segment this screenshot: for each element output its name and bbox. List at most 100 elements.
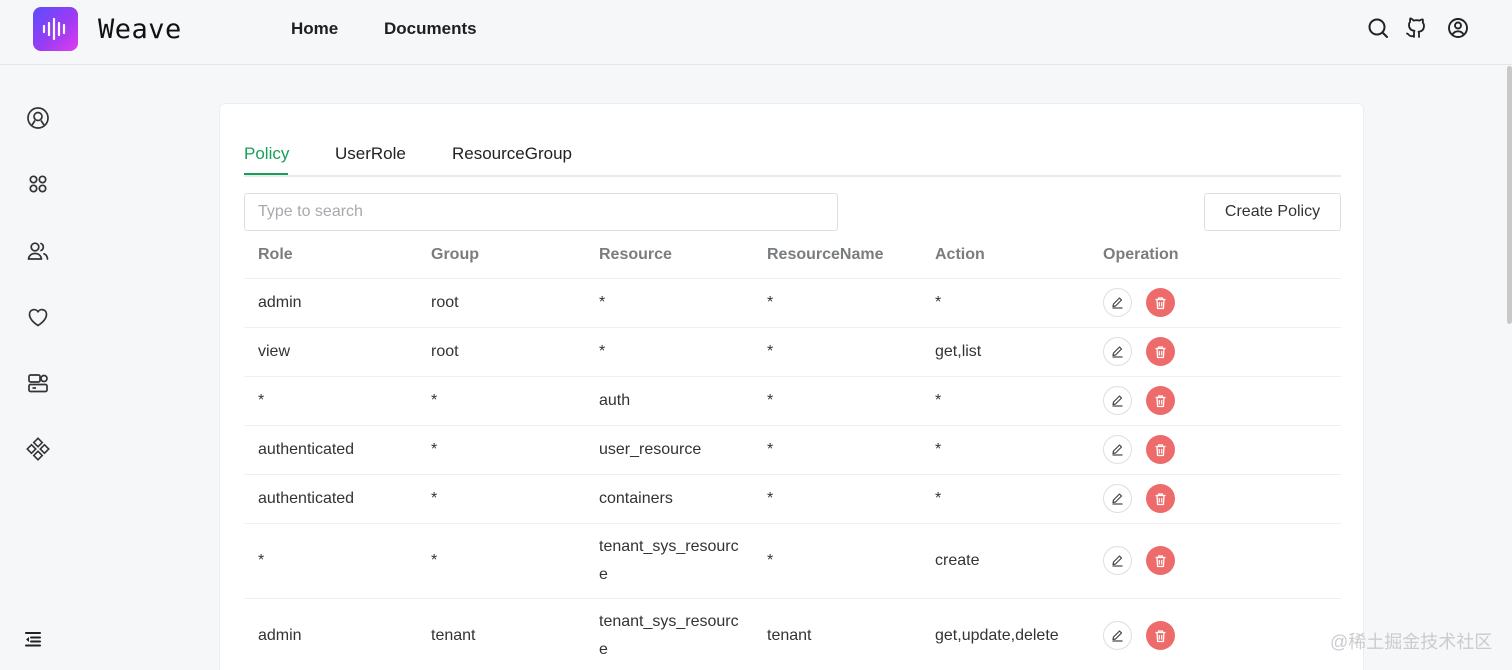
- operation-buttons: [1103, 546, 1341, 575]
- delete-button[interactable]: [1146, 621, 1175, 650]
- tab-resourcegroup[interactable]: ResourceGroup: [452, 144, 572, 164]
- cell-action: *: [921, 474, 1089, 524]
- cell-action: *: [921, 278, 1089, 328]
- column-header-resource[interactable]: Resource: [585, 233, 753, 279]
- nav-home[interactable]: Home: [291, 19, 338, 39]
- cell-role: view: [244, 327, 417, 377]
- cell-role-text: *: [258, 551, 265, 569]
- search-icon[interactable]: [1367, 17, 1389, 39]
- operation-buttons: [1103, 621, 1341, 650]
- cell-action-text: get,update,delete: [935, 626, 1059, 644]
- cell-action-text: *: [935, 489, 942, 507]
- cell-action-text: *: [935, 391, 942, 409]
- delete-button[interactable]: [1146, 288, 1175, 317]
- cell-group-text: root: [431, 293, 459, 311]
- cell-operation: [1089, 474, 1341, 524]
- edit-icon: [1112, 444, 1123, 456]
- operation-buttons: [1103, 337, 1341, 366]
- delete-button[interactable]: [1146, 386, 1175, 415]
- cell-role-text: admin: [258, 293, 302, 311]
- trash-icon: [1155, 492, 1166, 505]
- cell-group-text: *: [431, 551, 438, 569]
- column-header-resourcename[interactable]: ResourceName: [753, 233, 921, 279]
- brand-name: Weave: [98, 14, 182, 45]
- cell-resource-text: auth: [599, 391, 631, 409]
- tab-userrole[interactable]: UserRole: [335, 144, 406, 164]
- cell-group: tenant: [417, 598, 585, 670]
- apps-icon[interactable]: [26, 172, 50, 196]
- cell-group: *: [417, 474, 585, 524]
- top-header: Weave Home Documents: [0, 0, 1512, 65]
- edit-button[interactable]: [1103, 288, 1132, 317]
- cell-resource-name-text: *: [767, 551, 774, 569]
- user-circle-icon[interactable]: [1447, 17, 1469, 39]
- cell-group-text: *: [431, 489, 438, 507]
- cell-resource-text: containers: [599, 489, 673, 507]
- trash-icon: [1155, 443, 1166, 456]
- trash-icon: [1155, 629, 1166, 642]
- cell-action-text: *: [935, 440, 942, 458]
- column-header-group[interactable]: Group: [417, 233, 585, 279]
- cell-operation: [1089, 425, 1341, 475]
- delete-button[interactable]: [1146, 484, 1175, 513]
- watermark-text: @稀土掘金技术社区: [1330, 632, 1493, 652]
- edit-button[interactable]: [1103, 621, 1132, 650]
- cell-role-text: *: [258, 391, 265, 409]
- edit-icon: [1112, 555, 1123, 567]
- cell-role: authenticated: [244, 474, 417, 524]
- heart-icon[interactable]: [26, 305, 50, 329]
- cell-role-text: admin: [258, 626, 302, 644]
- edit-button[interactable]: [1103, 386, 1132, 415]
- column-header-action[interactable]: Action: [921, 233, 1089, 279]
- components-icon[interactable]: [26, 437, 50, 461]
- cell-resource: auth: [585, 376, 753, 426]
- operation-buttons: [1103, 435, 1341, 464]
- table-row: admin root * * *: [244, 278, 1341, 328]
- cell-resource-text: tenant_sys_resource: [599, 537, 739, 583]
- cell-role-text: authenticated: [258, 440, 355, 458]
- edit-button[interactable]: [1103, 484, 1132, 513]
- cell-resource-name-text: tenant: [767, 626, 812, 644]
- edit-button[interactable]: [1103, 337, 1132, 366]
- cell-resource: *: [585, 327, 753, 377]
- delete-button[interactable]: [1146, 337, 1175, 366]
- github-icon[interactable]: [1405, 17, 1427, 39]
- operation-buttons: [1103, 386, 1341, 415]
- cell-role: admin: [244, 598, 417, 670]
- delete-button[interactable]: [1146, 546, 1175, 575]
- cell-operation: [1089, 327, 1341, 377]
- edit-icon: [1112, 346, 1123, 358]
- create-policy-button[interactable]: Create Policy: [1204, 193, 1341, 231]
- weave-logo[interactable]: [33, 7, 78, 51]
- nav-documents[interactable]: Documents: [384, 19, 477, 39]
- cell-action: get,update,delete: [921, 598, 1089, 670]
- cell-group: *: [417, 425, 585, 475]
- cell-role: authenticated: [244, 425, 417, 475]
- active-tab-indicator: [244, 173, 288, 175]
- table-row: * * tenant_sys_resource * create: [244, 523, 1341, 599]
- cell-role-text: view: [258, 342, 291, 360]
- edit-icon: [1112, 395, 1123, 407]
- cell-resource-name: *: [753, 327, 921, 377]
- search-input[interactable]: [244, 193, 838, 231]
- cell-resource-name-text: *: [767, 489, 774, 507]
- cell-action: *: [921, 425, 1089, 475]
- cell-resource: tenant_sys_resource: [585, 598, 753, 670]
- users-icon[interactable]: [26, 239, 50, 263]
- column-header-role[interactable]: Role: [244, 233, 417, 279]
- cell-resource-name: tenant: [753, 598, 921, 670]
- cell-resource-name: *: [753, 376, 921, 426]
- cell-role: admin: [244, 278, 417, 328]
- server-icon[interactable]: [26, 371, 50, 395]
- tab-policy[interactable]: Policy: [244, 144, 289, 164]
- cell-group: root: [417, 327, 585, 377]
- cell-resource: user_resource: [585, 425, 753, 475]
- delete-button[interactable]: [1146, 435, 1175, 464]
- collapse-menu-icon[interactable]: [24, 630, 42, 648]
- edit-button[interactable]: [1103, 435, 1132, 464]
- cell-operation: [1089, 598, 1341, 670]
- cell-resource: containers: [585, 474, 753, 524]
- dashboard-icon[interactable]: [26, 106, 50, 130]
- page-scrollbar[interactable]: [1507, 66, 1512, 324]
- edit-button[interactable]: [1103, 546, 1132, 575]
